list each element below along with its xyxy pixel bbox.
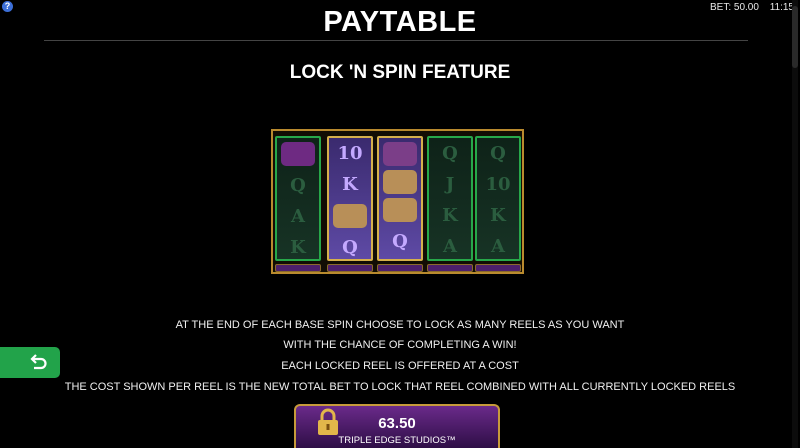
reel-symbol: 10 — [485, 174, 511, 195]
reel-lock-tab — [327, 264, 373, 272]
description-line: WITH THE CHANCE OF COMPLETING A WIN! — [283, 339, 517, 351]
reel-symbol: Q — [290, 175, 306, 196]
gem-symbol — [383, 198, 417, 222]
description-line: THE COST SHOWN PER REEL IS THE NEW TOTAL… — [64, 381, 736, 393]
lock-cost-value: 63.50 — [378, 415, 416, 432]
gem-symbol — [333, 204, 367, 228]
back-button[interactable] — [0, 347, 60, 378]
reel-symbol: A — [291, 206, 305, 227]
description-line: AT THE END OF EACH BASE SPIN CHOOSE TO L… — [175, 319, 625, 331]
reel-5: Q 10 K A — [475, 136, 521, 261]
gem-symbol — [383, 170, 417, 194]
reel-4: Q J K A — [427, 136, 473, 261]
gem-symbol — [281, 142, 315, 166]
reel-symbol: K — [490, 205, 506, 226]
reel-symbol: K — [442, 205, 458, 226]
reel-symbol: J — [445, 174, 455, 195]
undo-arrow-icon — [30, 354, 47, 370]
reel-symbol: Q — [392, 231, 408, 252]
reel-1: Q A K — [275, 136, 321, 261]
reel-symbol: Q — [342, 237, 358, 258]
reel-lock-tab — [427, 264, 473, 272]
reel-symbol: A — [443, 236, 457, 257]
reel-2: 10 K Q — [327, 136, 373, 261]
page-title: PAYTABLE — [323, 6, 477, 38]
reel-3: Q — [377, 136, 423, 261]
studio-credit: TRIPLE EDGE STUDIOS™ — [338, 435, 456, 446]
reel-symbol: 10 — [337, 143, 363, 164]
feature-title: LOCK 'N SPIN FEATURE — [289, 62, 511, 83]
reel-symbol: A — [491, 236, 505, 257]
reel-lock-tab — [377, 264, 423, 272]
reel-lock-tab — [475, 264, 521, 272]
gem-symbol — [383, 142, 417, 166]
reel-symbol: K — [342, 174, 358, 195]
reel-illustration: Q A K 10 K Q Q Q J K A Q 10 K A — [271, 129, 524, 274]
reel-symbol: Q — [442, 143, 458, 164]
reel-lock-tab — [275, 264, 321, 272]
lock-cost-panel[interactable]: 63.50 TRIPLE EDGE STUDIOS™ — [294, 404, 500, 448]
description-line: EACH LOCKED REEL IS OFFERED AT A COST — [281, 360, 519, 372]
reel-symbol: K — [290, 237, 306, 258]
reel-symbol: Q — [490, 143, 506, 164]
title-divider — [44, 40, 748, 41]
